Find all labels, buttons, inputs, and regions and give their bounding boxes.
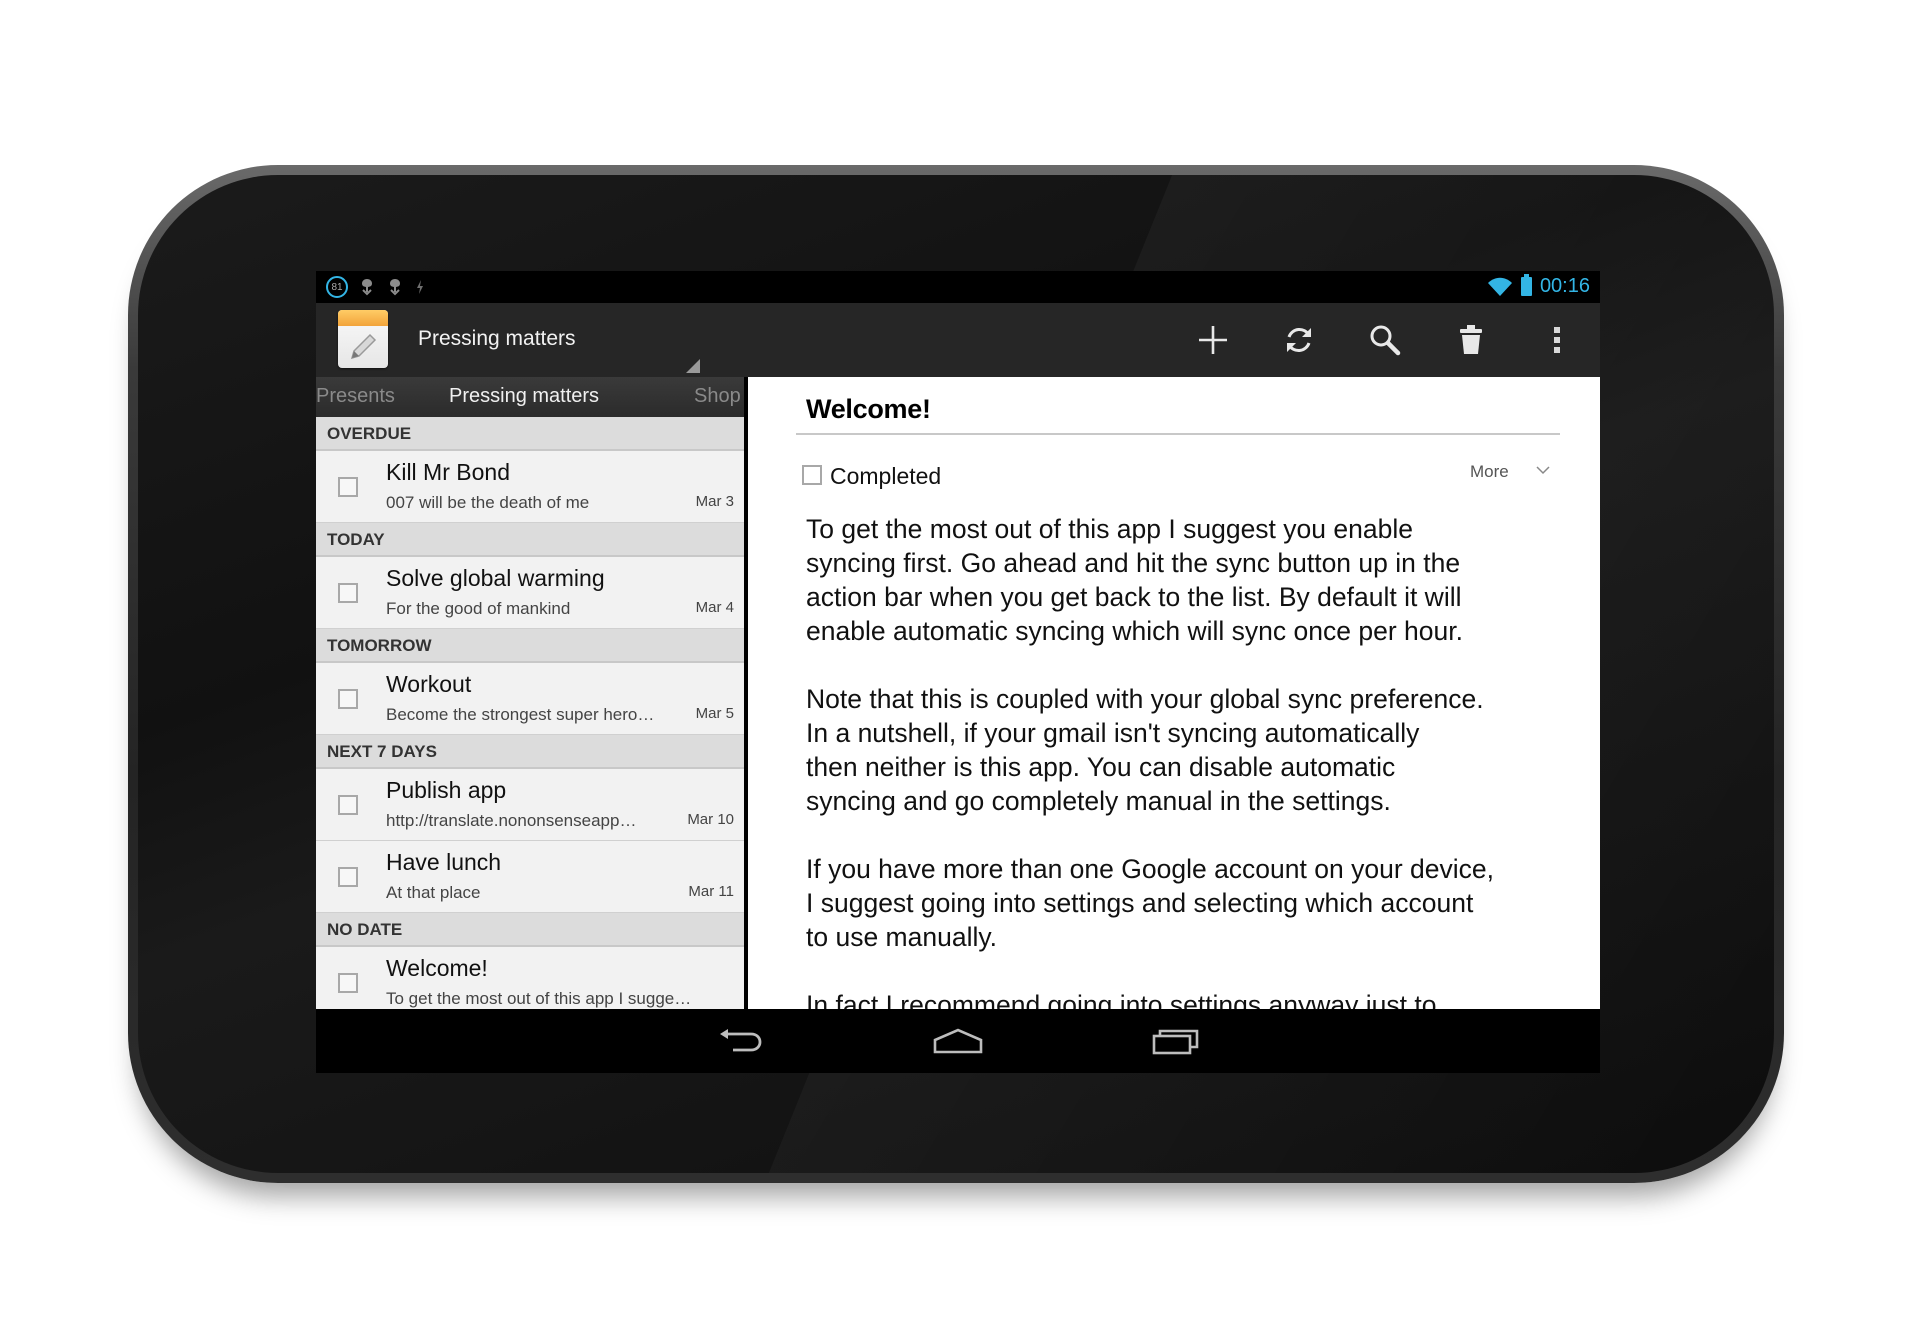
section-label: TOMORROW (327, 636, 432, 655)
app-logo-icon[interactable] (338, 310, 388, 368)
task-due-date: Mar 10 (687, 811, 734, 828)
task-note: At that place (386, 883, 481, 902)
delete-button[interactable] (1428, 303, 1514, 377)
section-label: NO DATE (327, 920, 403, 939)
task-row[interactable]: Workout Become the strongest super hero…… (316, 663, 744, 735)
sync-button[interactable] (1256, 303, 1342, 377)
task-note: 007 will be the death of me (386, 493, 590, 512)
task-note: To get the most out of this app I sugge… (386, 989, 692, 1008)
delete-icon (1460, 325, 1482, 354)
charging-bolt-icon (417, 280, 423, 294)
search-button[interactable] (1342, 303, 1428, 377)
section-header: TOMORROW (316, 629, 744, 663)
tab-previous-list[interactable]: Presents (316, 385, 395, 408)
section-header: NO DATE (316, 913, 744, 947)
section-header: OVERDUE (316, 417, 744, 451)
task-note: Become the strongest super hero… (386, 705, 655, 724)
notification-icons: 81 (326, 276, 426, 298)
completed-checkbox[interactable] (802, 465, 822, 485)
task-note-body[interactable]: To get the most out of this app I sugges… (806, 512, 1566, 1009)
section-header: NEXT 7 DAYS (316, 735, 744, 769)
navigation-bar (316, 1009, 1600, 1073)
back-button[interactable] (710, 1025, 770, 1057)
home-icon (933, 1028, 983, 1054)
task-row[interactable]: Have lunch At that place Mar 11 (316, 841, 744, 913)
recent-apps-icon (1152, 1029, 1199, 1055)
add-task-button[interactable] (1170, 303, 1256, 377)
task-note: http://translate.nononsenseapp… (386, 811, 637, 830)
task-due-date: Mar 5 (695, 705, 734, 722)
task-row[interactable]: Publish app http://translate.nononsensea… (316, 769, 744, 841)
back-icon (720, 1029, 762, 1052)
task-checkbox[interactable] (338, 795, 358, 815)
search-icon (1370, 325, 1401, 356)
download-notification-icon (390, 279, 400, 296)
section-label: TODAY (327, 530, 385, 549)
device-screen: 81 00:16 Pressing matters Presents Press… (316, 271, 1600, 1073)
tab-next-list[interactable]: Shop (694, 385, 741, 408)
spinner-indicator-icon (686, 359, 700, 373)
task-row-selected[interactable]: Welcome! To get the most out of this app… (316, 947, 744, 1009)
clock: 00:16 (1539, 275, 1590, 297)
task-checkbox[interactable] (338, 689, 358, 709)
task-title: Have lunch (386, 849, 502, 875)
task-checkbox[interactable] (338, 973, 358, 993)
task-title: Kill Mr Bond (386, 459, 510, 485)
task-detail-pane: Welcome! Completed More To get the most … (748, 377, 1600, 1009)
action-bar: Pressing matters (316, 303, 1600, 377)
task-checkbox[interactable] (338, 583, 358, 603)
task-title: Welcome! (386, 955, 488, 981)
task-due-date: Mar 3 (695, 493, 734, 510)
task-due-date: Mar 11 (688, 883, 734, 900)
more-dropdown[interactable]: More (1470, 462, 1509, 482)
task-title-field[interactable]: Welcome! (806, 394, 931, 425)
task-title: Solve global warming (386, 565, 605, 591)
section-label: NEXT 7 DAYS (327, 742, 437, 761)
task-checkbox[interactable] (338, 477, 358, 497)
title-underline (796, 433, 1560, 435)
task-title: Publish app (386, 777, 507, 803)
battery-icon (1520, 274, 1532, 296)
wifi-icon (1487, 277, 1512, 296)
task-title: Workout (386, 671, 472, 697)
notification-count-icon: 81 (326, 276, 348, 298)
action-buttons (1170, 303, 1600, 377)
recent-apps-button[interactable] (1146, 1025, 1206, 1057)
add-icon (1199, 326, 1227, 354)
section-label: OVERDUE (327, 424, 412, 443)
task-row[interactable]: Solve global warming For the good of man… (316, 557, 744, 629)
tab-current-list[interactable]: Pressing matters (449, 385, 599, 408)
chevron-down-icon[interactable] (1536, 465, 1550, 475)
task-note: For the good of mankind (386, 599, 571, 618)
task-checkbox[interactable] (338, 867, 358, 887)
completed-label[interactable]: Completed (830, 463, 941, 490)
task-row[interactable]: Kill Mr Bond 007 will be the death of me… (316, 451, 744, 523)
task-list-pane: Presents Pressing matters Shop OVERDUE K… (316, 377, 744, 1009)
download-notification-icon (362, 279, 372, 296)
home-button[interactable] (928, 1025, 988, 1057)
list-tabs: Presents Pressing matters Shop (316, 377, 744, 417)
overflow-menu-icon (1554, 327, 1560, 353)
sync-icon (1287, 328, 1311, 352)
system-status: 00:16 (1487, 274, 1590, 298)
overflow-menu-button[interactable] (1514, 303, 1600, 377)
section-header: TODAY (316, 523, 744, 557)
list-selector-title[interactable]: Pressing matters (418, 327, 576, 351)
status-bar: 81 00:16 (316, 271, 1600, 303)
task-due-date: Mar 4 (695, 599, 734, 616)
